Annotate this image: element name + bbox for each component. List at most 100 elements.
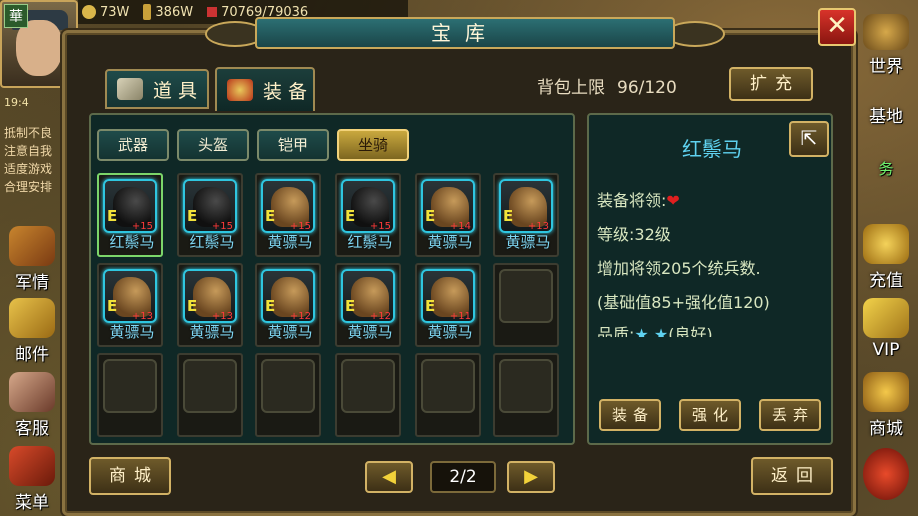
item-slot[interactable]: E +15 红鬃马: [97, 173, 163, 257]
slot-frame: [183, 359, 237, 413]
slot-frame: E +13: [183, 269, 237, 323]
slot-frame: E +12: [261, 269, 315, 323]
item-name: 红鬃马: [347, 233, 393, 251]
item-slot[interactable]: E +15 黄骠马: [255, 173, 321, 257]
customer-service-label: 客服: [15, 419, 49, 439]
military-report-button[interactable]: 军情: [2, 226, 62, 293]
item-slot[interactable]: E +11 黄骠马: [415, 263, 481, 347]
item-name: 红鬃马: [109, 233, 155, 251]
notice-line: 注意自我: [4, 144, 53, 158]
category-weapon[interactable]: 武器: [97, 129, 169, 161]
avatar-badge: 華: [4, 4, 28, 28]
slot-frame: E +15: [183, 179, 237, 233]
item-slot[interactable]: E +15 红鬃马: [177, 173, 243, 257]
category-helmet[interactable]: 头盔: [177, 129, 249, 161]
slot-frame: [261, 359, 315, 413]
item-slot[interactable]: E +13 黄骠马: [97, 263, 163, 347]
recharge-button[interactable]: 充值: [856, 224, 916, 291]
troops-flag-icon: [207, 7, 218, 17]
shop-button[interactable]: 商城: [89, 457, 171, 495]
detail-quality-label: 品质:: [597, 325, 635, 337]
grade-badge: E: [107, 297, 118, 315]
empty-slot: [493, 353, 559, 437]
detail-equipper-label: 装备将领:: [597, 191, 667, 210]
tab-items-label: 道 具: [153, 79, 198, 102]
globe-icon: [863, 14, 909, 50]
next-page-button[interactable]: ▶: [507, 461, 555, 493]
tab-items[interactable]: 道 具: [105, 69, 209, 109]
detail-equipper: 装备将领:❤: [597, 187, 680, 211]
maiden-portrait-icon: [9, 372, 55, 412]
item-slot[interactable]: E +12 黄骠马: [255, 263, 321, 347]
grade-badge: E: [425, 297, 436, 315]
mail-button[interactable]: 邮件: [2, 298, 62, 365]
item-slot[interactable]: E +13 黄骠马: [493, 173, 559, 257]
quick-action-button[interactable]: [856, 448, 916, 504]
bag-capacity-value: 96/120: [617, 78, 677, 98]
detail-breakdown: (基础值85+强化值120): [597, 293, 770, 312]
grade-badge: E: [265, 207, 276, 225]
base-label: 基地: [869, 107, 903, 127]
empty-slot: [493, 263, 559, 347]
vip-button[interactable]: VIP: [856, 298, 916, 364]
customer-service-button[interactable]: 客服: [2, 372, 62, 439]
slot-frame: [341, 359, 395, 413]
item-name: 黄骠马: [267, 323, 313, 341]
health-notice: 抵制不良注意自我适度游戏合理安排: [4, 124, 64, 196]
base-button[interactable]: 基地: [856, 102, 916, 128]
discard-button[interactable]: 丢弃: [759, 399, 821, 431]
item-slot[interactable]: E +13 黄骠马: [177, 263, 243, 347]
back-button[interactable]: 返回: [751, 457, 833, 495]
prev-page-button[interactable]: ◀: [365, 461, 413, 493]
slot-frame: E +13: [103, 269, 157, 323]
empty-slot: [415, 353, 481, 437]
tab-equipment[interactable]: 装 备: [215, 67, 315, 111]
slot-frame: E +12: [341, 269, 395, 323]
menu-label: 菜单: [15, 493, 49, 513]
grade-badge: E: [187, 297, 198, 315]
notice-line: 抵制不良: [4, 126, 53, 140]
scroll-mail-icon: [9, 298, 55, 338]
slot-frame: [421, 359, 475, 413]
grade-badge: E: [187, 207, 198, 225]
category-mount[interactable]: 坐骑: [337, 129, 409, 161]
slot-frame: E +13: [499, 179, 553, 233]
heart-icon: ❤: [666, 191, 680, 210]
enhance-button[interactable]: 强化: [679, 399, 741, 431]
world-button[interactable]: 世界: [856, 14, 916, 84]
item-name: 黄骠马: [189, 323, 235, 341]
arrow-right-icon: ▶: [524, 466, 538, 487]
gold-coins-icon: [863, 224, 909, 264]
menu-button[interactable]: 菜单: [2, 446, 62, 513]
grade-badge: E: [265, 297, 276, 315]
silver-resource: 386W: [143, 4, 193, 20]
category-armor[interactable]: 铠甲: [257, 129, 329, 161]
item-slot[interactable]: E +14 黄骠马: [415, 173, 481, 257]
share-button[interactable]: ⇱: [789, 121, 829, 157]
shop-side-button[interactable]: 商城: [856, 372, 916, 439]
item-name: 黄骠马: [347, 323, 393, 341]
helmet-icon: [227, 79, 253, 101]
empty-slot: [177, 353, 243, 437]
item-slot[interactable]: E +15 红鬃马: [335, 173, 401, 257]
close-button[interactable]: ✕: [818, 8, 856, 46]
bag-capacity-label: 背包上限: [537, 78, 605, 98]
empty-slot: [255, 353, 321, 437]
gold-pile-icon: [863, 372, 909, 412]
detail-quality-text: (良好): [668, 325, 713, 337]
grade-badge: E: [345, 297, 356, 315]
item-detail-panel: 红鬃马 ⇱ 装备将领:❤ 等级:32级 增加将领205个统兵数. (基础值85+…: [587, 113, 833, 445]
item-slot[interactable]: E +12 黄骠马: [335, 263, 401, 347]
notice-line: 合理安排: [4, 180, 53, 194]
silver-value: 386W: [155, 4, 194, 20]
notice-line: 适度游戏: [4, 162, 53, 176]
vip-label: VIP: [872, 340, 900, 360]
detail-effect: 增加将领205个统兵数.: [597, 259, 761, 278]
item-name: 黄骠马: [427, 323, 473, 341]
equip-button[interactable]: 装备: [599, 399, 661, 431]
treasury-dialog: 宝库 道 具 装 备 背包上限 96/120 扩充 武器 头盔 铠甲 坐骑 E +1…: [62, 17, 856, 516]
slot-frame: E +15: [341, 179, 395, 233]
expand-button[interactable]: 扩充: [729, 67, 813, 101]
quest-button[interactable]: 务: [856, 158, 916, 182]
clock-display: 19:4: [4, 96, 29, 109]
